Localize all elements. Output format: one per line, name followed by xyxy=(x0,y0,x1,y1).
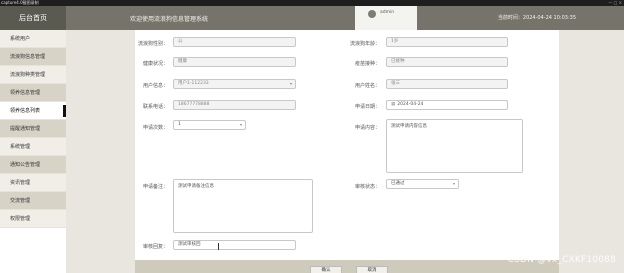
sidebar-item-notices[interactable]: 通知公告管理 xyxy=(0,156,66,174)
user-name-label: 用户姓名： xyxy=(354,83,380,89)
apply-remark-label: 申请备注： xyxy=(142,184,168,190)
user-menu[interactable]: admin xyxy=(355,6,417,30)
apply-date-label: 申请日期： xyxy=(354,104,380,110)
sidebar-item-adoption-list[interactable]: 领养信息列表 xyxy=(0,102,66,120)
sidebar-home[interactable]: 后台首页 xyxy=(0,6,66,30)
review-status-select[interactable]: 已通过 ▾ xyxy=(386,179,459,189)
sidebar-item-users[interactable]: 系统用户 xyxy=(0,30,66,48)
dog-gender-field[interactable]: 公 xyxy=(173,37,296,47)
calendar-icon: ▦ xyxy=(391,102,396,107)
chevron-down-icon: ▾ xyxy=(452,181,455,186)
username: admin xyxy=(380,10,395,15)
apply-content-textarea[interactable]: 测试申请内容信息 xyxy=(386,119,523,173)
review-reply-field[interactable]: 测试审核回 xyxy=(173,240,296,250)
phone-field[interactable]: 18677778888 xyxy=(173,100,296,110)
user-info-label: 用户信息： xyxy=(142,83,168,89)
dog-gender-label: 流浪狗性别： xyxy=(137,41,168,47)
sidebar-item-dog-types[interactable]: 流浪狗种类管理 xyxy=(0,66,66,84)
sidebar-item-reminders[interactable]: 提醒通知管理 xyxy=(0,120,66,138)
window-title: capture4.0截图录制 xyxy=(1,0,39,5)
sidebar-item-system[interactable]: 系统管理 xyxy=(0,138,66,156)
user-info-value: 用户1-112233 xyxy=(178,81,209,86)
dog-age-label: 流浪狗年龄： xyxy=(349,41,380,47)
health-field[interactable]: 健康 xyxy=(173,57,296,67)
apply-date-picker[interactable]: ▦ 2024-04-24 xyxy=(386,100,508,110)
chevron-down-icon: ▾ xyxy=(289,81,292,86)
apply-date-value: 2024-04-24 xyxy=(397,102,424,107)
vaccine-label: 疫苗接种： xyxy=(354,61,380,67)
current-time: 当前时间：2024-04-24 10:03:35 xyxy=(497,15,576,21)
user-name-field[interactable]: 张三 xyxy=(386,79,508,89)
site-title: 欢迎使用流浪狗信息管理系统 xyxy=(130,16,209,23)
window-controls[interactable]: — □ × xyxy=(607,1,622,5)
dog-age-field[interactable]: 1岁 xyxy=(386,37,508,47)
top-header: 欢迎使用流浪狗信息管理系统 admin 当前时间：2024-04-24 10:0… xyxy=(66,6,624,30)
chevron-down-icon: ▾ xyxy=(239,122,242,127)
review-reply-label: 审核回复： xyxy=(142,244,168,250)
health-label: 健康状况： xyxy=(142,61,168,67)
phone-label: 联系电话： xyxy=(142,104,168,110)
sidebar-item-permissions[interactable]: 权限管理 xyxy=(0,210,66,228)
sidebar-item-dog-info[interactable]: 流浪狗信息管理 xyxy=(0,48,66,66)
cancel-button[interactable]: 取消 xyxy=(356,266,388,273)
form-footer xyxy=(135,260,559,273)
apply-remark-textarea[interactable]: 测试申请备注信息 xyxy=(173,179,313,233)
apply-count-value: 1 xyxy=(178,122,181,127)
sidebar: 后台首页 系统用户 流浪狗信息管理 流浪狗种类管理 领养信息管理 领养信息列表 … xyxy=(0,6,66,273)
sidebar-item-adoption[interactable]: 领养信息管理 xyxy=(0,84,66,102)
review-status-label: 审核状态： xyxy=(354,184,380,190)
sidebar-item-news[interactable]: 资讯管理 xyxy=(0,174,66,192)
avatar-icon xyxy=(368,10,376,18)
apply-content-label: 申请内容： xyxy=(354,125,380,131)
apply-count-label: 申请次数： xyxy=(142,125,168,131)
apply-count-select[interactable]: 1 ▾ xyxy=(173,120,246,130)
sidebar-item-forum[interactable]: 交流管理 xyxy=(0,192,66,210)
watermark: CSDN @vx_CXKF10088 xyxy=(507,255,616,265)
user-info-select[interactable]: 用户1-112233 ▾ xyxy=(173,79,296,89)
vaccine-field[interactable]: 已接种 xyxy=(386,57,508,67)
text-cursor-icon xyxy=(218,243,220,250)
confirm-button[interactable]: 确认 xyxy=(310,266,342,273)
review-status-value: 已通过 xyxy=(391,181,405,186)
